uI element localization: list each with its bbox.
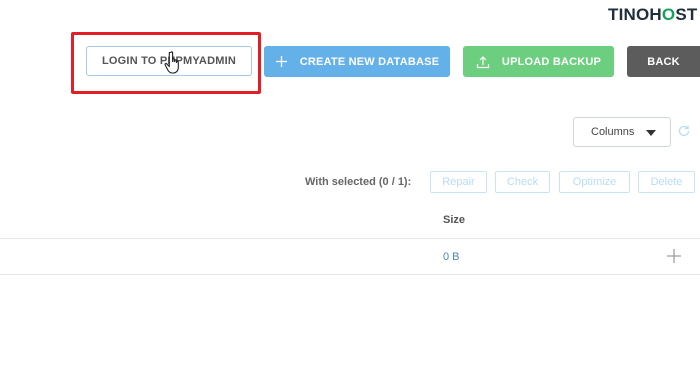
- columns-label: Columns: [591, 126, 635, 138]
- table-divider: [0, 274, 700, 275]
- logo-text-st: ST: [675, 5, 698, 24]
- columns-dropdown[interactable]: Columns: [573, 117, 671, 147]
- back-button[interactable]: BACK: [627, 46, 700, 77]
- check-button[interactable]: Check: [495, 171, 550, 193]
- hand-cursor-icon: [163, 50, 187, 76]
- refresh-icon[interactable]: [677, 124, 691, 138]
- delete-button[interactable]: Delete: [638, 171, 695, 193]
- logo-text-h: H: [649, 5, 662, 24]
- brand-logo: TINO H O ST: [608, 4, 697, 26]
- optimize-button[interactable]: Optimize: [559, 171, 630, 193]
- plus-icon: [275, 55, 288, 68]
- logo-text-o: O: [661, 5, 676, 24]
- repair-button[interactable]: Repair: [430, 171, 487, 193]
- expand-row-plus-icon[interactable]: [666, 248, 682, 264]
- create-database-label: CREATE NEW DATABASE: [299, 55, 440, 68]
- upload-backup-button[interactable]: UPLOAD BACKUP: [463, 46, 614, 77]
- table-divider: [0, 238, 700, 239]
- back-label: BACK: [647, 55, 680, 68]
- upload-icon: [476, 55, 490, 69]
- caret-down-icon: [646, 130, 656, 136]
- create-database-button[interactable]: CREATE NEW DATABASE: [264, 46, 450, 77]
- column-header-size[interactable]: Size: [443, 214, 465, 226]
- logo-text-tino: TINO: [608, 5, 650, 24]
- row-size-value: 0 B: [443, 251, 460, 263]
- upload-backup-label: UPLOAD BACKUP: [501, 55, 602, 68]
- with-selected-label: With selected (0 / 1):: [305, 176, 412, 188]
